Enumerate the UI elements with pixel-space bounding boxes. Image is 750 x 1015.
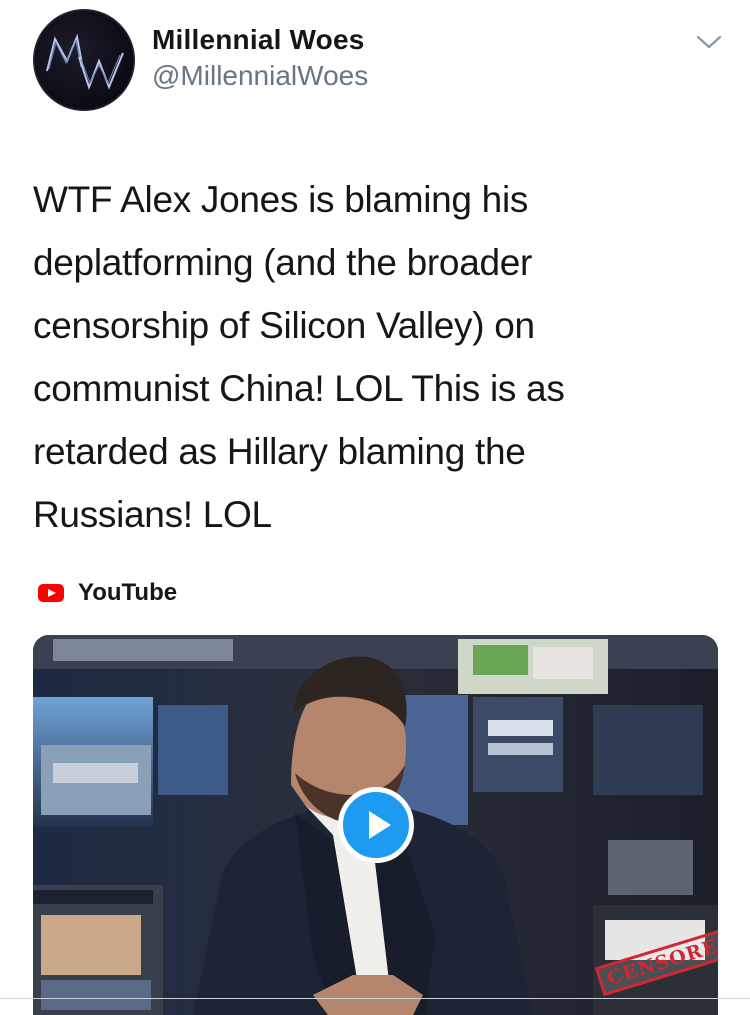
youtube-icon: [38, 584, 64, 602]
chevron-down-icon[interactable]: [694, 30, 724, 52]
user-handle[interactable]: @MillennialWoes: [152, 60, 368, 92]
divider: [0, 998, 750, 999]
video-card[interactable]: CENSORED: [33, 635, 718, 1015]
tweet-text: WTF Alex Jones is blaming his deplatform…: [33, 179, 565, 535]
card-source-label: YouTube: [78, 579, 178, 606]
play-icon: [369, 811, 391, 839]
card-source[interactable]: YouTube: [38, 578, 177, 608]
play-button[interactable]: [338, 787, 414, 863]
avatar[interactable]: MW: [33, 9, 135, 111]
display-name[interactable]: Millennial Woes: [152, 24, 365, 56]
avatar-text: MW: [83, 106, 85, 108]
avatar-logo: MW: [33, 9, 135, 111]
